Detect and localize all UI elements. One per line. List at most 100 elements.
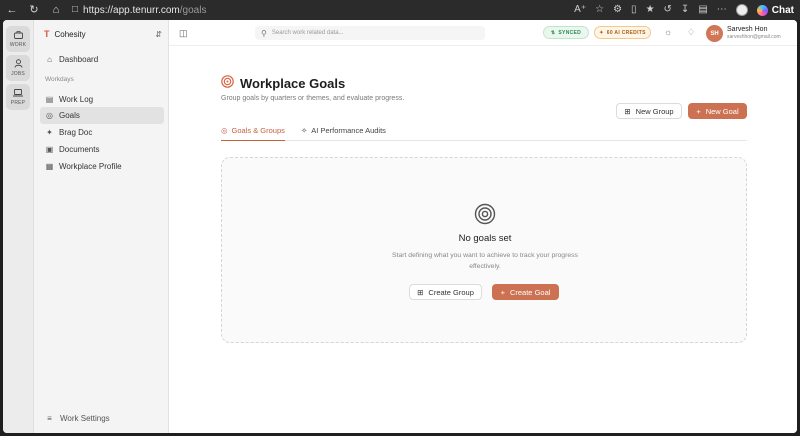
empty-state-title: No goals set [458, 233, 512, 244]
rail-item-prep[interactable]: PREP [6, 84, 30, 110]
target-icon: ◎ [46, 111, 53, 120]
more-icon[interactable]: ⋯ [717, 5, 727, 15]
read-aloud-icon[interactable]: A⁺ [574, 5, 586, 15]
chevron-updown-icon: ⇵ [155, 29, 162, 39]
briefcase-icon [13, 30, 23, 41]
search-input[interactable]: ⚲ Search work related data... [255, 26, 485, 40]
new-goal-button[interactable]: + New Goal [688, 103, 747, 119]
app-rail: WORK JOBS PREP [3, 20, 34, 433]
building-icon: ▦ [45, 162, 54, 171]
search-icon: ⚲ [261, 28, 267, 38]
org-logo-icon: T [44, 29, 50, 39]
app-page: WORK JOBS PREP T Cohesity ⇵ ⌂ Dashboard … [3, 20, 797, 433]
sidebar-toggle-icon[interactable]: ◫ [179, 28, 188, 39]
history-icon[interactable]: ↺ [664, 5, 672, 15]
new-group-label: New Group [635, 106, 674, 116]
sparkle-icon: ✦ [46, 128, 53, 137]
section-label-workdays: Workdays [45, 76, 74, 83]
favorite-star-icon[interactable]: ☆ [595, 5, 604, 15]
sidebar-item-workplace-profile[interactable]: ▦ Workplace Profile [40, 158, 164, 175]
sidebar-item-label: Documents [59, 145, 100, 154]
sidebar-item-work-log[interactable]: ▤ Work Log [40, 91, 164, 108]
new-goal-label: New Goal [705, 106, 739, 116]
org-switcher[interactable]: T Cohesity ⇵ [44, 28, 162, 40]
create-goal-label: Create Goal [509, 287, 551, 297]
home-icon[interactable]: ⌂ [50, 4, 62, 16]
main-content: Workplace Goals Group goals by quarters … [169, 46, 797, 433]
sidebar-item-brag-doc[interactable]: ✦ Brag Doc [40, 124, 164, 141]
sidebar-item-label: Brag Doc [59, 128, 93, 137]
app-header: ◫ ⚲ Search work related data... ⇅ SYNCED… [169, 20, 797, 46]
group-icon: ⊞ [624, 106, 631, 116]
create-group-label: Create Group [428, 287, 474, 297]
org-name: Cohesity [54, 29, 86, 39]
favorites-icon[interactable]: ★ [646, 5, 655, 15]
work-settings-label: Work Settings [60, 414, 110, 423]
sync-icon: ⇅ [550, 29, 556, 36]
group-icon: ⊞ [417, 287, 424, 297]
synced-label: SYNCED [558, 29, 582, 36]
rail-item-jobs[interactable]: JOBS [6, 55, 30, 81]
folder-icon: ▣ [45, 145, 54, 154]
page-title: Workplace Goals [240, 75, 346, 91]
empty-state-card: No goals set Start defining what you wan… [221, 157, 747, 343]
sparkle-icon: ✧ [301, 126, 308, 135]
create-goal-button[interactable]: + Create Goal [492, 284, 559, 300]
sidebar-item-label: Work Log [59, 95, 94, 104]
copilot-icon [756, 4, 768, 16]
tab-label: AI Performance Audits [311, 126, 386, 135]
split-screen-icon[interactable]: ▯ [631, 5, 637, 15]
ai-credits-badge[interactable]: ✦ 60 AI CREDITS [594, 26, 651, 39]
target-icon: ◎ [221, 125, 228, 135]
synced-badge: ⇅ SYNCED [543, 26, 589, 39]
sidebar-item-dashboard[interactable]: ⌂ Dashboard [40, 51, 164, 68]
target-icon [474, 203, 496, 225]
copilot-chat-button[interactable]: Chat [756, 4, 794, 16]
chat-label: Chat [771, 4, 794, 16]
empty-state-description: Start defining what you want to achieve … [392, 252, 578, 270]
work-settings-button[interactable]: ≡ Work Settings [45, 414, 110, 423]
notification-bell-icon[interactable]: ♢ [687, 27, 695, 38]
avatar[interactable]: SH [706, 25, 723, 42]
tab-label: Goals & Groups [231, 125, 285, 135]
tab-goals-groups[interactable]: ◎ Goals & Groups [221, 120, 285, 141]
rail-label-prep: PREP [10, 99, 26, 106]
browser-toolbar: ← ↻ ⌂ □ https://app.tenurr.com/goals A⁺ … [0, 0, 800, 20]
credits-label: 60 AI CREDITS [606, 29, 646, 36]
page-header: Workplace Goals [221, 75, 345, 91]
sidebar-item-label: Workplace Profile [59, 162, 122, 171]
laptop-icon [13, 88, 23, 99]
browser-profile-avatar[interactable] [735, 4, 748, 16]
search-placeholder: Search work related data... [271, 30, 344, 36]
tab-bar: ◎ Goals & Groups ✧ AI Performance Audits [221, 120, 747, 141]
reload-icon[interactable]: ↻ [28, 4, 40, 16]
new-group-button[interactable]: ⊞ New Group [616, 103, 682, 119]
theme-toggle-sun-icon[interactable]: ☼ [664, 27, 672, 37]
lock-icon: □ [72, 4, 79, 15]
target-icon [221, 75, 234, 91]
create-group-button[interactable]: ⊞ Create Group [409, 284, 482, 300]
user-info[interactable]: Sarvesh Hon sarveshhon@gmail.com [727, 26, 781, 40]
collections-icon[interactable]: ▤ [698, 5, 707, 15]
download-icon[interactable]: ↧ [681, 5, 689, 15]
address-bar[interactable]: □ https://app.tenurr.com/goals [72, 3, 206, 17]
log-icon: ▤ [45, 95, 54, 104]
back-icon[interactable]: ← [6, 4, 18, 16]
rail-label-work: WORK [9, 41, 27, 48]
sparkle-icon: ✦ [599, 29, 604, 36]
user-email: sarveshhon@gmail.com [727, 34, 781, 40]
rail-item-work[interactable]: WORK [6, 26, 30, 52]
tab-ai-performance-audits[interactable]: ✧ AI Performance Audits [301, 120, 386, 141]
sidebar-item-goals[interactable]: ◎ Goals [40, 107, 164, 124]
home-icon: ⌂ [47, 55, 52, 64]
person-icon [14, 59, 23, 70]
url-text: https://app.tenurr.com/goals [83, 4, 207, 16]
sliders-icon: ≡ [47, 414, 52, 423]
sidebar-item-label: Goals [59, 111, 80, 120]
page-subtitle: Group goals by quarters or themes, and e… [221, 95, 405, 102]
plus-icon: + [500, 287, 505, 297]
extension-icon[interactable]: ⚙ [613, 5, 622, 15]
sidebar-item-documents[interactable]: ▣ Documents [40, 141, 164, 158]
plus-icon: + [696, 106, 701, 116]
sidebar: T Cohesity ⇵ ⌂ Dashboard Workdays ▤ Work… [34, 20, 169, 433]
